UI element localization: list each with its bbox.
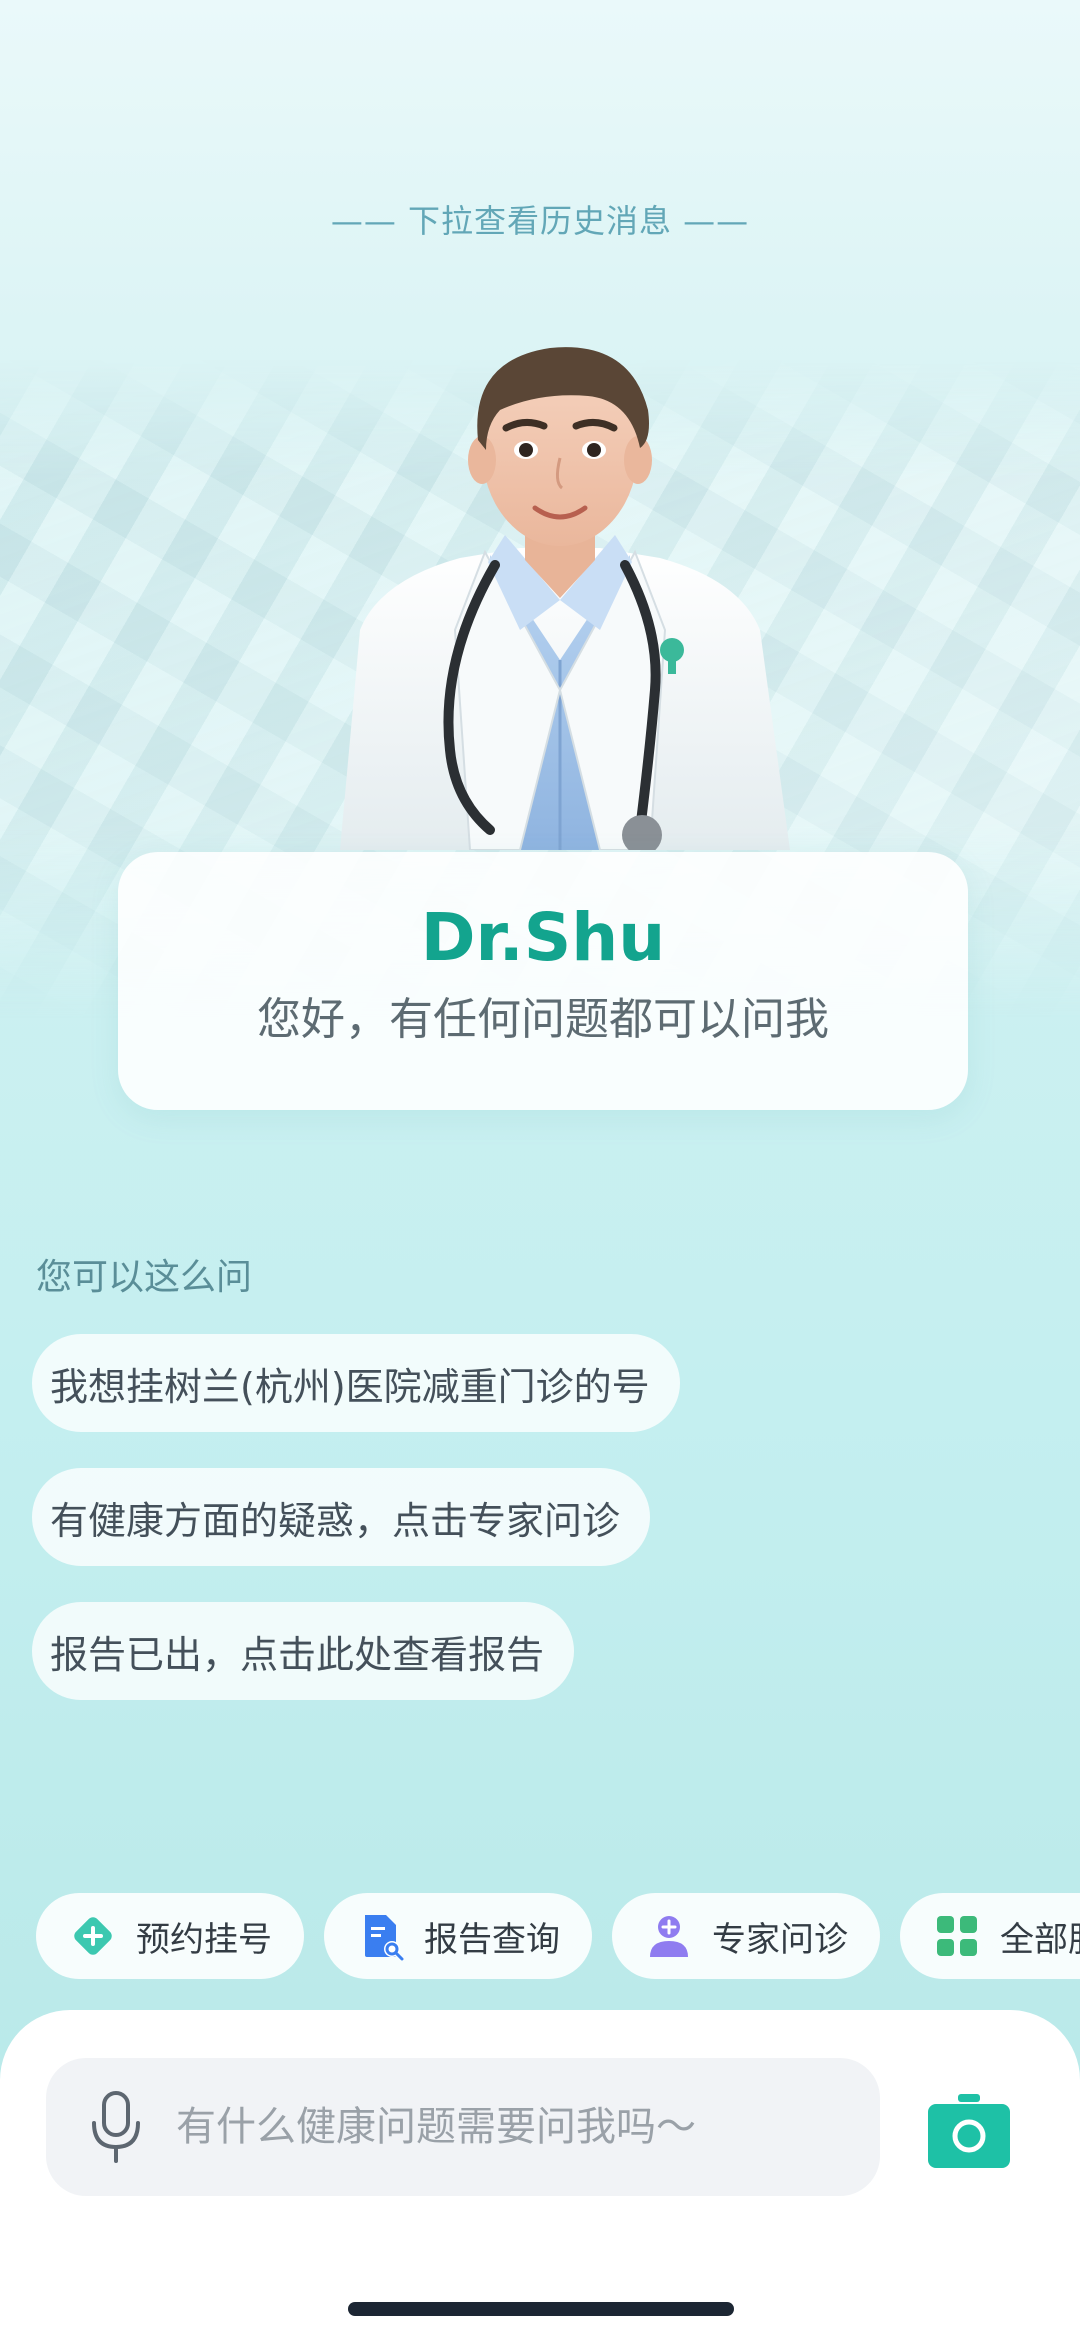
quick-action-label: 全部服务 bbox=[1000, 1919, 1080, 1960]
home-indicator bbox=[348, 2302, 734, 2316]
quick-action-label: 预约挂号 bbox=[136, 1919, 272, 1960]
doctor-avatar bbox=[320, 330, 800, 850]
quick-actions-bar: 预约挂号 报告查询 专家问诊 全部 bbox=[36, 1893, 1080, 1979]
quick-action-expert[interactable]: 专家问诊 bbox=[612, 1893, 880, 1979]
register-icon bbox=[68, 1911, 118, 1961]
camera-button[interactable] bbox=[926, 2086, 1012, 2172]
app-screen: —— 下拉查看历史消息 —— Dr.Shu 您好，有任何问题都可以问我 您可以这… bbox=[0, 0, 1080, 2339]
message-input-box bbox=[46, 2058, 880, 2196]
quick-action-register[interactable]: 预约挂号 bbox=[36, 1893, 304, 1979]
quick-action-all-services[interactable]: 全部服务 bbox=[900, 1893, 1080, 1979]
quick-action-report[interactable]: 报告查询 bbox=[324, 1893, 592, 1979]
suggestion-chip[interactable]: 有健康方面的疑惑，点击专家问诊 bbox=[32, 1468, 651, 1566]
assistant-intro-card: Dr.Shu 您好，有任何问题都可以问我 bbox=[118, 852, 968, 1110]
assistant-greeting: 您好，有任何问题都可以问我 bbox=[257, 994, 829, 1045]
expert-consult-icon bbox=[644, 1911, 694, 1961]
input-panel bbox=[0, 2010, 1080, 2339]
pull-history-hint[interactable]: —— 下拉查看历史消息 —— bbox=[0, 196, 1080, 242]
quick-action-label: 专家问诊 bbox=[712, 1919, 848, 1960]
quick-action-label: 报告查询 bbox=[424, 1919, 560, 1960]
message-input[interactable] bbox=[174, 2103, 818, 2151]
camera-icon bbox=[928, 2094, 1010, 2168]
microphone-icon[interactable] bbox=[86, 2087, 146, 2167]
suggestions-title: 您可以这么问 bbox=[36, 1257, 253, 1298]
all-services-icon bbox=[932, 1911, 982, 1961]
suggestion-chip[interactable]: 报告已出，点击此处查看报告 bbox=[32, 1602, 575, 1700]
assistant-name: Dr.Shu bbox=[420, 899, 666, 976]
suggestion-chip[interactable]: 我想挂树兰(杭州)医院减重门诊的号 bbox=[32, 1334, 680, 1432]
report-search-icon bbox=[356, 1911, 406, 1961]
